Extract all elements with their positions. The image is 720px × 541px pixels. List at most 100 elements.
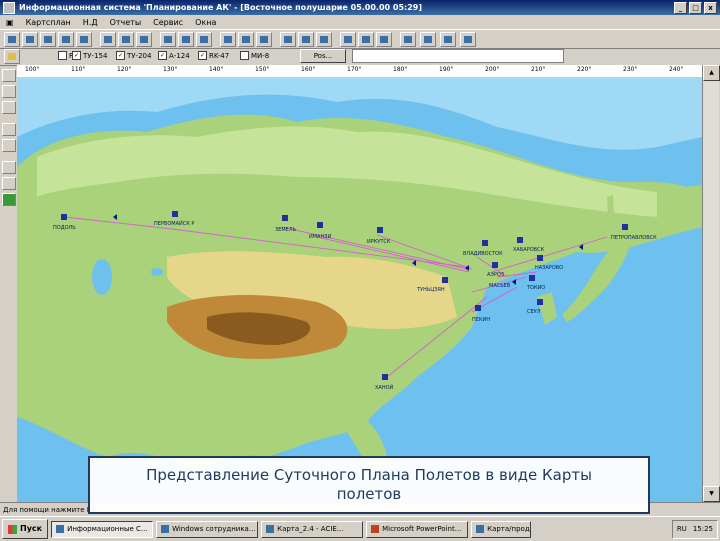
taskbar-item[interactable]: Информационные С... (51, 520, 154, 538)
start-button[interactable]: Пуск (2, 519, 49, 539)
toolbar-button-20[interactable] (376, 32, 392, 47)
slide-caption: Представление Суточного Плана Полетов в … (88, 456, 650, 514)
city-label: НАЗАРОВО (535, 265, 563, 271)
toolbar-button-23[interactable] (440, 32, 456, 47)
menu-windows[interactable]: Окна (189, 18, 222, 27)
left-tool-3[interactable] (2, 101, 16, 114)
toolbar-button-16[interactable] (298, 32, 314, 47)
left-tool-1[interactable] (2, 69, 16, 82)
checkbox-rk47[interactable]: ✓ (198, 51, 207, 60)
toolbar-button-15[interactable] (280, 32, 296, 47)
taskbar-item[interactable]: Windows сотрудника... (156, 520, 259, 538)
left-tool-5[interactable] (2, 139, 16, 152)
toolbar-button-18[interactable] (340, 32, 356, 47)
ruler-tick: 210° (531, 66, 546, 73)
flight-map[interactable]: ПОДОЛЬ ПЕРВОМАЙСК Р ЗЕМЕЛЬ ИМАНЗИ ИРКУТС… (17, 77, 702, 502)
ruler-tick: 240° (669, 66, 684, 73)
toolbar-button-2[interactable] (22, 32, 38, 47)
ruler-tick: 200° (485, 66, 500, 73)
left-tool-8[interactable] (2, 193, 16, 206)
title-bar: Информационная система 'Планирование АК'… (0, 0, 720, 15)
checkbox-a124[interactable]: ✓ (158, 51, 167, 60)
toolbar-button-19[interactable] (358, 32, 374, 47)
ruler-tick: 230° (623, 66, 638, 73)
taskbar-item[interactable]: Карта_2.4 - ACIE... (261, 520, 364, 538)
filter-tu204[interactable]: ✓ ТУ-204 (116, 51, 151, 60)
close-button[interactable]: x (704, 1, 717, 14)
toolbar-button-7[interactable] (118, 32, 134, 47)
filter-a124[interactable]: ✓ А-124 (158, 51, 190, 60)
scroll-down-arrow[interactable]: ▼ (703, 486, 720, 502)
taskbar-item[interactable]: Microsoft PowerPoint... (366, 520, 469, 538)
city-label: ПЕТРОПАВЛОВСК (611, 235, 657, 241)
app-icon (3, 1, 15, 14)
toolbar-button-3[interactable] (40, 32, 56, 47)
search-input[interactable] (352, 49, 564, 63)
menu-service[interactable]: Сервис (147, 18, 189, 27)
toolbar-button-21[interactable] (400, 32, 416, 47)
menu-file-icon[interactable]: ▣ (0, 18, 20, 27)
start-label: Пуск (20, 524, 43, 533)
app-icon (266, 525, 275, 533)
city-label: ПЕРВОМАЙСК Р (154, 220, 194, 227)
city-label: ТОКИО (526, 285, 545, 291)
left-tool-2[interactable] (2, 85, 16, 98)
toolbar-button-22[interactable] (420, 32, 436, 47)
powerpoint-icon (371, 525, 380, 533)
city-label: СЕУЛ (527, 309, 541, 315)
left-tool-6[interactable] (2, 161, 16, 174)
toolbar-button-8[interactable] (136, 32, 152, 47)
checkbox-mi8[interactable] (240, 51, 249, 60)
minimize-button[interactable]: _ (674, 1, 687, 14)
scroll-up-arrow[interactable]: ▲ (703, 65, 720, 81)
city-label: ЗЕМЕЛЬ (275, 227, 297, 233)
maximize-button[interactable]: □ (689, 1, 702, 14)
vertical-scrollbar[interactable]: ▲ ▼ (702, 65, 720, 502)
toolbar-button-9[interactable] (160, 32, 176, 47)
filter-tu154[interactable]: ✓ ТУ-154 (72, 51, 107, 60)
city-label: ТУНЬЦЗЯН (416, 287, 445, 293)
menu-bar: ▣ Картсплан Н.Д Отчеты Сервис Окна (0, 15, 720, 29)
taskbar-item-label: Карта_2.4 - ACIE... (277, 524, 344, 533)
toolbar-button-6[interactable] (100, 32, 116, 47)
ruler-tick: 150° (255, 66, 270, 73)
toolbar-button-13[interactable] (238, 32, 254, 47)
language-indicator[interactable]: RU (677, 525, 687, 533)
filter-mi8[interactable]: МИ-8 (240, 51, 269, 60)
menu-kartoplan[interactable]: Картсплан (20, 18, 77, 27)
city-label: ИМАНЗИ (309, 234, 331, 240)
ruler-tick: 100° (25, 66, 40, 73)
toolbar-button-14[interactable] (256, 32, 272, 47)
toolbar-button-17[interactable] (316, 32, 332, 47)
left-tool-4[interactable] (2, 123, 16, 136)
toolbar-button-24[interactable] (460, 32, 476, 47)
ruler-tick: 180° (393, 66, 408, 73)
toolbar-button-11[interactable] (196, 32, 212, 47)
reset-button[interactable]: Pos... (300, 49, 346, 63)
taskbar-item-label: Информационные С... (67, 524, 148, 533)
toolbar-button-10[interactable] (178, 32, 194, 47)
left-toolbar (0, 65, 17, 515)
toolbar-button-4[interactable] (58, 32, 74, 47)
map-canvas[interactable]: ПОДОЛЬ ПЕРВОМАЙСК Р ЗЕМЕЛЬ ИМАНЗИ ИРКУТС… (17, 77, 702, 502)
taskbar-item-label: Карта/прод... (487, 524, 530, 533)
taskbar-item[interactable]: Карта/прод... (471, 520, 532, 538)
toolbar-button-12[interactable] (220, 32, 236, 47)
menu-nd[interactable]: Н.Д (77, 18, 104, 27)
checkbox-tu204[interactable]: ✓ (116, 51, 125, 60)
taskbar-item-label: Windows сотрудника... (172, 524, 256, 533)
main-toolbar (0, 29, 720, 49)
city-label: ИРКУТСК (367, 239, 391, 245)
menu-reports[interactable]: Отчеты (104, 18, 148, 27)
toolbar-button-1[interactable] (4, 32, 20, 47)
open-folder-icon[interactable] (4, 49, 20, 64)
filter-rk47[interactable]: ✓ RK-47 (198, 51, 229, 60)
filter-tu154-label: ТУ-154 (83, 51, 108, 60)
checkbox-tu154[interactable]: ✓ (72, 51, 81, 60)
checkbox-r[interactable] (58, 51, 67, 60)
ruler-tick: 170° (347, 66, 362, 73)
filter-tu204-label: ТУ-204 (127, 51, 152, 60)
toolbar-button-5[interactable] (76, 32, 92, 47)
ruler-tick: 220° (577, 66, 592, 73)
left-tool-7[interactable] (2, 177, 16, 190)
